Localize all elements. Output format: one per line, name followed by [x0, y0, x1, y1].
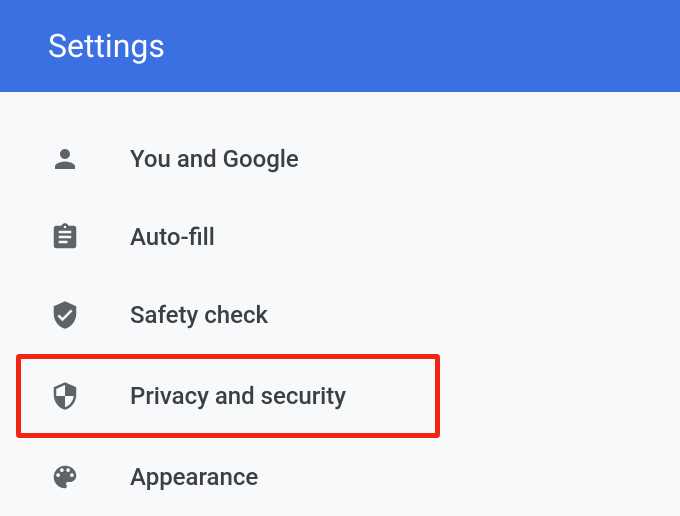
menu-item-autofill[interactable]: Auto-fill	[0, 198, 680, 276]
security-shield-icon	[48, 379, 82, 413]
person-icon	[48, 142, 82, 176]
menu-item-label: Appearance	[130, 463, 258, 491]
page-title: Settings	[48, 27, 165, 65]
settings-header: Settings	[0, 0, 680, 92]
menu-item-label: You and Google	[130, 145, 299, 173]
clipboard-icon	[48, 220, 82, 254]
menu-item-label: Auto-fill	[130, 223, 215, 251]
menu-item-safety-check[interactable]: Safety check	[0, 276, 680, 354]
palette-icon	[48, 460, 82, 494]
menu-item-label: Safety check	[130, 301, 268, 329]
settings-menu: You and Google Auto-fill Safety check Pr…	[0, 92, 680, 516]
menu-item-privacy-security[interactable]: Privacy and security	[16, 354, 440, 438]
shield-check-icon	[48, 298, 82, 332]
menu-item-you-and-google[interactable]: You and Google	[0, 120, 680, 198]
menu-item-label: Privacy and security	[130, 382, 346, 410]
menu-item-appearance[interactable]: Appearance	[0, 438, 680, 516]
